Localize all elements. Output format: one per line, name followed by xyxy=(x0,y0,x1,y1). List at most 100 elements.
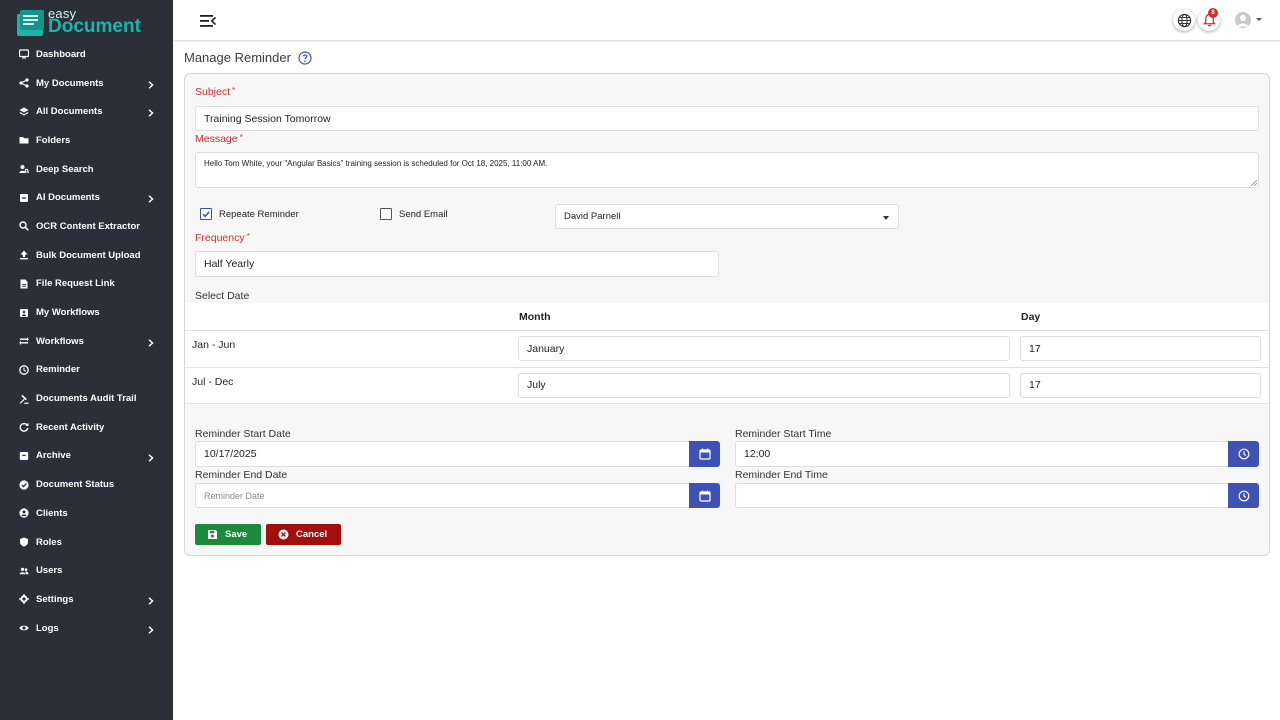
sidebar-item-users[interactable]: Users xyxy=(0,556,173,585)
person-search-icon xyxy=(19,164,29,174)
sidebar-item-label: Document Status xyxy=(36,479,115,491)
day-input[interactable]: 17 xyxy=(1020,372,1261,398)
sidebar-item-document-status[interactable]: Document Status xyxy=(0,470,173,499)
end-time-label: Reminder End Time xyxy=(735,469,828,481)
save-button[interactable]: Save xyxy=(195,524,261,545)
frequency-input[interactable]: Half Yearly xyxy=(195,251,719,277)
resize-grip-icon[interactable] xyxy=(1251,180,1257,186)
end-date-input[interactable]: Reminder Date xyxy=(195,483,690,508)
sidebar-item-label: Documents Audit Trail xyxy=(36,393,137,405)
user-select[interactable]: David Parnell xyxy=(555,204,899,229)
language-button[interactable] xyxy=(1173,9,1195,31)
start-time-picker-button[interactable] xyxy=(1228,441,1259,467)
end-time-picker-button[interactable] xyxy=(1228,483,1259,508)
monitor-icon xyxy=(19,49,29,59)
save-button-label: Save xyxy=(225,529,248,540)
check-circle-icon xyxy=(19,480,29,490)
end-date-placeholder: Reminder Date xyxy=(204,490,265,501)
user-icon xyxy=(1237,15,1249,27)
month-input[interactable]: July xyxy=(518,372,1010,398)
page-title: Manage Reminder xyxy=(184,50,291,65)
menu-toggle-icon[interactable] xyxy=(200,14,216,28)
message-textarea[interactable]: Hello Tom White, your "Angular Basics" t… xyxy=(195,152,1259,188)
sidebar-item-documents-audit-trail[interactable]: Documents Audit Trail xyxy=(0,384,173,413)
end-date-picker-button[interactable] xyxy=(689,483,720,508)
user-circle-icon xyxy=(19,508,29,518)
user-select-value: David Parnell xyxy=(564,211,621,222)
sidebar-nav: Dashboard My Documents All Documents Folder… xyxy=(0,40,173,642)
globe-icon xyxy=(1177,13,1191,27)
sidebar-item-bulk-document-upload[interactable]: Bulk Document Upload xyxy=(0,241,173,270)
sidebar-item-my-documents[interactable]: My Documents xyxy=(0,69,173,98)
sidebar-item-archive[interactable]: Archive xyxy=(0,442,173,471)
sidebar-item-label: File Request Link xyxy=(36,278,115,290)
cancel-button-label: Cancel xyxy=(296,529,328,540)
sidebar-item-settings[interactable]: Settings xyxy=(0,585,173,614)
sidebar-item-roles[interactable]: Roles xyxy=(0,528,173,557)
message-label: Message * xyxy=(195,133,243,145)
select-date-label: Select Date xyxy=(195,290,250,302)
gear-icon xyxy=(19,594,29,605)
message-text: Hello Tom White, your "Angular Basics" t… xyxy=(204,159,548,168)
sidebar-item-folders[interactable]: Folders xyxy=(0,126,173,155)
folder-icon xyxy=(19,135,29,145)
sidebar-item-file-request-link[interactable]: File Request Link xyxy=(0,270,173,299)
archive-icon xyxy=(19,451,29,461)
cancel-button[interactable]: Cancel xyxy=(266,524,341,545)
message-label-text: Message xyxy=(195,133,238,145)
close-circle-icon xyxy=(278,529,289,540)
subject-label: Subject * xyxy=(195,86,235,98)
start-time-input[interactable]: 12:00 xyxy=(735,441,1230,467)
column-header-day: Day xyxy=(1021,311,1041,323)
sidebar-item-ocr-content-extractor[interactable]: OCR Content Extractor xyxy=(0,212,173,241)
repeat-reminder-checkbox[interactable] xyxy=(200,208,212,220)
gavel-icon xyxy=(19,394,29,404)
subject-input[interactable]: Training Session Tomorrow xyxy=(195,106,1259,131)
user-menu-caret[interactable] xyxy=(1256,18,1262,21)
frequency-label: Frequency * xyxy=(195,232,250,244)
repeat-icon xyxy=(19,336,29,346)
end-time-input[interactable] xyxy=(735,483,1230,508)
app-logo[interactable]: easy Document xyxy=(17,6,157,38)
frequency-label-text: Frequency xyxy=(195,232,245,244)
logo-text-main: Document xyxy=(48,16,141,37)
sidebar-item-label: Clients xyxy=(36,507,68,519)
start-date-label: Reminder Start Date xyxy=(195,428,291,440)
logo-icon xyxy=(17,10,44,36)
sidebar-item-logs[interactable]: Logs xyxy=(0,614,173,643)
sidebar-item-deep-search[interactable]: Deep Search xyxy=(0,155,173,184)
sidebar-item-my-workflows[interactable]: My Workflows xyxy=(0,298,173,327)
notification-badge: 8 xyxy=(1208,8,1218,18)
end-date-label: Reminder End Date xyxy=(195,469,288,481)
sidebar-item-reminder[interactable]: Reminder xyxy=(0,356,173,385)
sidebar-item-label: Folders xyxy=(36,134,71,146)
help-icon[interactable] xyxy=(298,50,312,65)
send-email-checkbox[interactable] xyxy=(380,208,392,220)
start-time-label: Reminder Start Time xyxy=(735,428,832,440)
required-mark: * xyxy=(232,86,236,95)
sidebar-item-label: My Workflows xyxy=(36,307,100,319)
chevron-down-icon xyxy=(883,216,889,220)
start-date-input[interactable]: 10/17/2025 xyxy=(195,441,690,467)
sidebar: easy Document Dashboard My Documents All D… xyxy=(0,0,173,720)
month-input[interactable]: January xyxy=(518,336,1010,361)
day-input[interactable]: 17 xyxy=(1020,336,1261,361)
sidebar-item-workflows[interactable]: Workflows xyxy=(0,327,173,356)
sidebar-item-all-documents[interactable]: All Documents xyxy=(0,97,173,126)
ai-document-icon xyxy=(19,193,29,203)
chevron-right-icon xyxy=(148,626,154,634)
calendar-icon xyxy=(698,490,711,502)
sidebar-item-recent-activity[interactable]: Recent Activity xyxy=(0,413,173,442)
sidebar-item-ai-documents[interactable]: AI Documents xyxy=(0,183,173,212)
sidebar-item-clients[interactable]: Clients xyxy=(0,499,173,528)
subject-label-text: Subject xyxy=(195,86,231,98)
start-date-picker-button[interactable] xyxy=(689,441,720,467)
sidebar-item-label: Deep Search xyxy=(36,163,94,175)
sidebar-item-dashboard[interactable]: Dashboard xyxy=(0,40,173,69)
chevron-right-icon xyxy=(148,597,154,605)
users-icon xyxy=(19,566,29,576)
top-bar xyxy=(173,0,1280,41)
column-header-month: Month xyxy=(519,311,551,323)
user-avatar[interactable] xyxy=(1235,12,1251,28)
shield-icon xyxy=(19,537,29,547)
